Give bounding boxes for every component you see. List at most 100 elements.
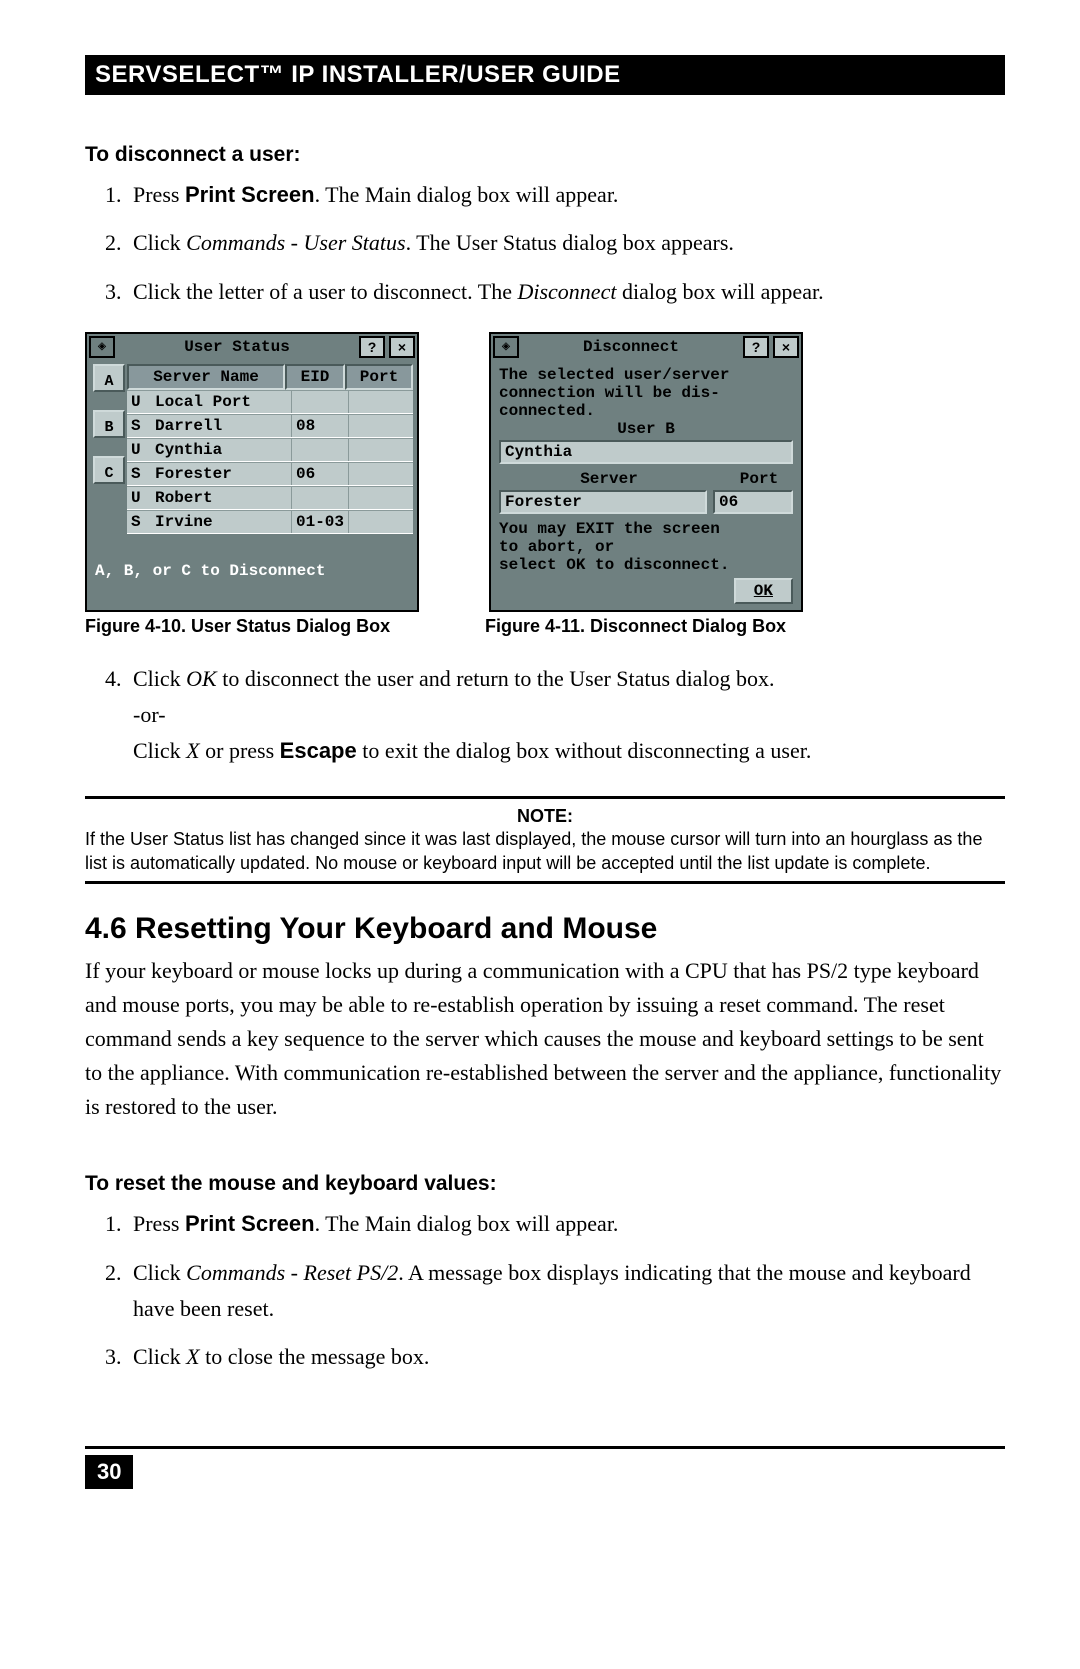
row-type: U	[127, 439, 151, 461]
text: to disconnect the user and return to the…	[217, 666, 775, 691]
section-heading: 4.6 Resetting Your Keyboard and Mouse	[85, 912, 1005, 946]
user-label: User B	[499, 420, 793, 438]
dialog-title: User Status	[117, 338, 357, 356]
menu-path: Commands - User Status	[186, 230, 405, 255]
server-label: Server	[499, 470, 719, 488]
button-name: X	[186, 1344, 199, 1369]
select-a-button[interactable]: A	[93, 364, 125, 392]
note-block: NOTE: If the User Status list has change…	[85, 796, 1005, 884]
col-port: Port	[345, 364, 413, 390]
row-name: Forester	[151, 463, 291, 485]
step-item: Click X to close the message box.	[127, 1339, 1005, 1375]
step-item: Click Commands - Reset PS/2. A message b…	[127, 1255, 1005, 1328]
row-type: S	[127, 415, 151, 437]
button-name: OK	[186, 666, 217, 691]
table-row: SForester06	[127, 462, 413, 486]
user-status-dialog: ◈ User Status ? × A B C Server Name EID	[85, 332, 419, 612]
text: Click	[133, 666, 186, 691]
text: Click	[133, 1260, 186, 1285]
text: Click the letter of a user to disconnect…	[133, 279, 517, 304]
help-button[interactable]: ?	[359, 336, 385, 358]
page-footer: 30	[85, 1446, 1005, 1489]
titlebar: ◈ Disconnect ? ×	[491, 334, 801, 360]
port-field: 06	[713, 490, 793, 514]
row-port	[348, 415, 413, 437]
text: Press	[133, 182, 185, 207]
note-label: NOTE:	[85, 805, 1005, 828]
row-name: Irvine	[151, 511, 291, 533]
row-port	[348, 487, 413, 509]
row-eid: 06	[291, 463, 348, 485]
text: . The User Status dialog box appears.	[406, 230, 734, 255]
step-item: Click Commands - User Status. The User S…	[127, 225, 1005, 261]
row-eid: 01-03	[291, 511, 348, 533]
text: Press	[133, 1211, 185, 1236]
message-line: select OK to disconnect.	[499, 556, 793, 574]
col-server-name: Server Name	[127, 364, 285, 390]
row-name: Robert	[151, 487, 291, 509]
port-label: Port	[725, 470, 793, 488]
text: . The Main dialog box will appear.	[315, 182, 619, 207]
message-line: to abort, or	[499, 538, 793, 556]
figure-caption: Figure 4-10. User Status Dialog Box	[85, 616, 445, 637]
key-name: Print Screen	[185, 1211, 315, 1236]
text: Click	[133, 230, 186, 255]
button-name: X	[186, 738, 199, 763]
row-name: Local Port	[151, 391, 291, 413]
titlebar: ◈ User Status ? ×	[87, 334, 417, 360]
dialog-title: Disconnect	[521, 338, 741, 356]
step-item: Click the letter of a user to disconnect…	[127, 274, 1005, 310]
or-text: -or-	[133, 702, 166, 727]
select-c-button[interactable]: C	[93, 456, 125, 484]
message-line: The selected user/server	[499, 366, 793, 384]
row-type: U	[127, 487, 151, 509]
text: dialog box will appear.	[616, 279, 823, 304]
page-number: 30	[85, 1455, 133, 1489]
text: to exit the dialog box without disconnec…	[357, 738, 812, 763]
message-line: connected.	[499, 402, 793, 420]
help-button[interactable]: ?	[743, 336, 769, 358]
row-type: S	[127, 511, 151, 533]
steps-reset: Press Print Screen. The Main dialog box …	[85, 1206, 1005, 1375]
close-button[interactable]: ×	[773, 336, 799, 358]
menu-path: Commands - Reset PS/2	[186, 1260, 398, 1285]
note-text: If the User Status list has changed sinc…	[85, 828, 1005, 875]
row-port	[348, 439, 413, 461]
table-row: SDarrell08	[127, 414, 413, 438]
text: or press	[200, 738, 280, 763]
text: Click	[133, 1344, 186, 1369]
column-headers: Server Name EID Port	[127, 362, 413, 390]
ok-button[interactable]: OK	[734, 578, 793, 604]
row-port	[348, 391, 413, 413]
table-row: URobert	[127, 486, 413, 510]
row-eid: 08	[291, 415, 348, 437]
close-button[interactable]: ×	[389, 336, 415, 358]
select-b-button[interactable]: B	[93, 410, 125, 438]
row-name: Cynthia	[151, 439, 291, 461]
row-port	[348, 463, 413, 485]
steps-disconnect-user: Press Print Screen. The Main dialog box …	[85, 177, 1005, 310]
key-name: Print Screen	[185, 182, 315, 207]
text: to close the message box.	[200, 1344, 430, 1369]
dialog-footer-hint: A, B, or C to Disconnect	[91, 534, 413, 584]
key-name: Escape	[280, 738, 357, 763]
doc-header: SERVSELECT™ IP INSTALLER/USER GUIDE	[85, 55, 1005, 95]
row-eid	[291, 487, 348, 509]
section-paragraph: If your keyboard or mouse locks up durin…	[85, 954, 1005, 1124]
letter-column: A B C	[91, 362, 127, 534]
row-port	[348, 511, 413, 533]
disconnect-dialog: ◈ Disconnect ? × The selected user/serve…	[489, 332, 803, 612]
row-eid	[291, 391, 348, 413]
row-type: S	[127, 463, 151, 485]
col-eid: EID	[285, 364, 345, 390]
table-row: SIrvine01-03	[127, 510, 413, 534]
text: . The Main dialog box will appear.	[315, 1211, 619, 1236]
step-item: Click OK to disconnect the user and retu…	[127, 661, 1005, 770]
text: Click	[133, 738, 186, 763]
row-type: U	[127, 391, 151, 413]
step-item: Press Print Screen. The Main dialog box …	[127, 1206, 1005, 1242]
step-item: Press Print Screen. The Main dialog box …	[127, 177, 1005, 213]
table-row: UCynthia	[127, 438, 413, 462]
row-eid	[291, 439, 348, 461]
message-line: connection will be dis-	[499, 384, 793, 402]
